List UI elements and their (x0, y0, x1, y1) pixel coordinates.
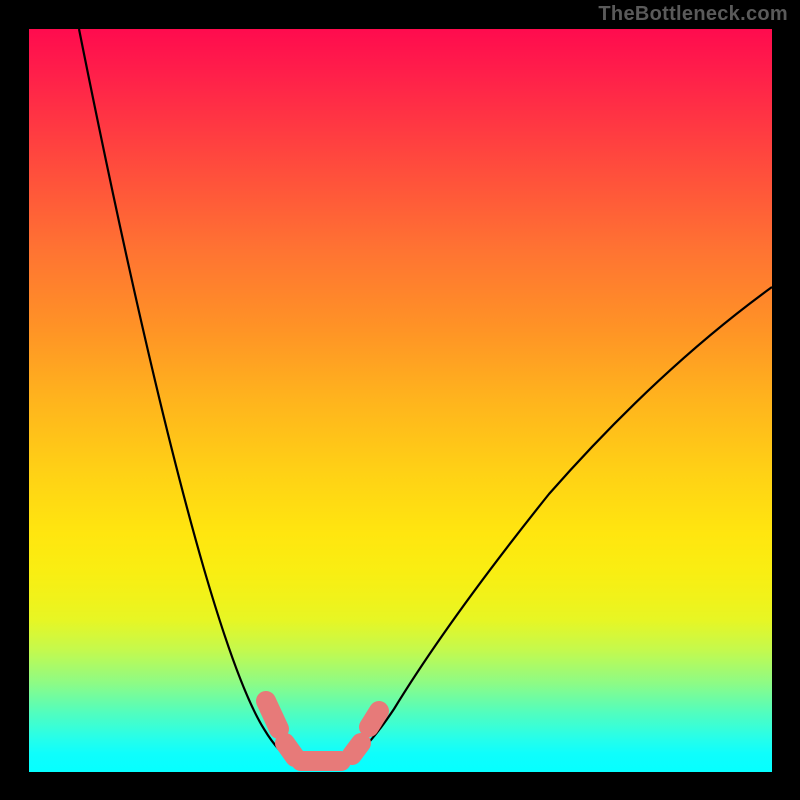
curve-right (343, 287, 772, 764)
curve-left (79, 29, 307, 764)
chart-frame: TheBottleneck.com (0, 0, 800, 800)
curve-bump-marks (266, 701, 379, 761)
watermark-text: TheBottleneck.com (598, 3, 788, 26)
chart-lines (29, 29, 772, 772)
